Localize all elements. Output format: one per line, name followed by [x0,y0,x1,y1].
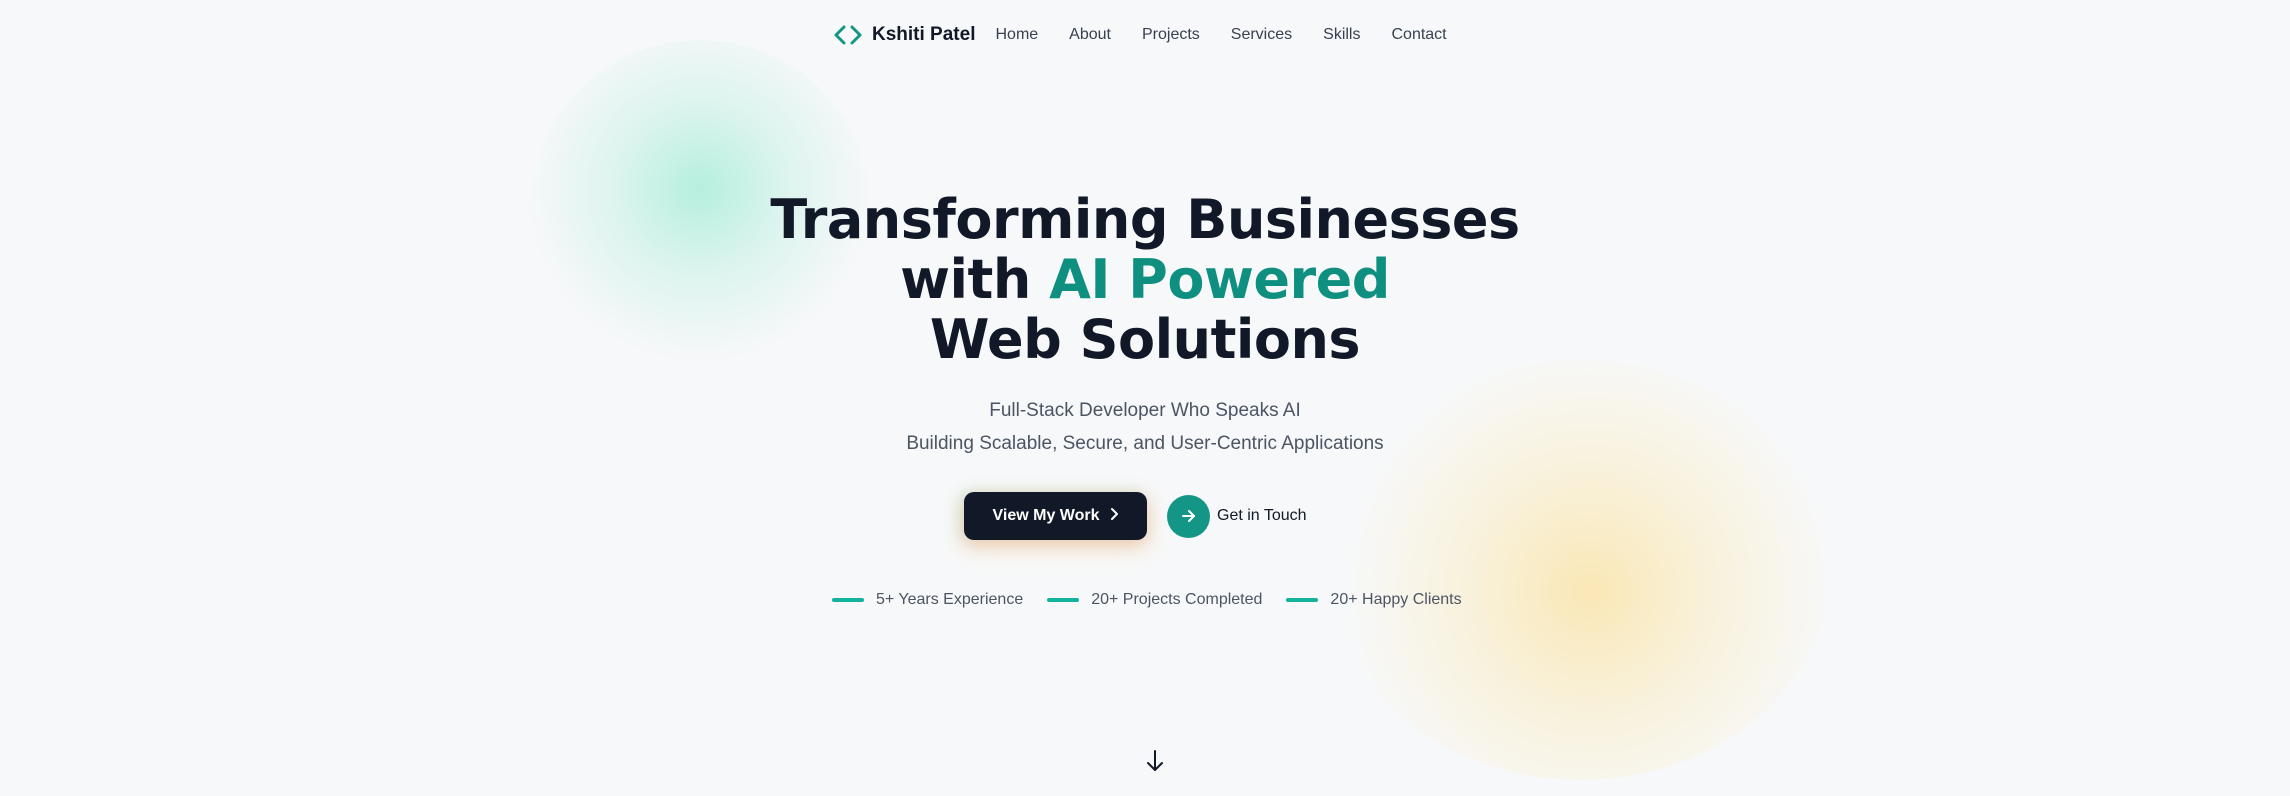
code-brackets-icon [832,24,864,46]
chevron-right-icon [1109,507,1119,526]
nav-link-home[interactable]: Home [995,26,1038,44]
brand-name: Kshiti Patel [872,24,976,45]
cta-row: View My Work Get in Touch [964,492,1307,540]
top-navigation: Kshiti Patel Home About Projects Service… [832,22,1447,48]
hero-subtitle-line1: Full-Stack Developer Who Speaks AI [989,400,1301,421]
brand-logo[interactable]: Kshiti Patel [832,24,975,46]
arrow-down-icon[interactable] [1144,748,1166,774]
hero-title-line3: Web Solutions [929,308,1361,371]
hero-title-line1: Transforming Businesses [770,188,1520,251]
stat-label-experience: 5+ Years Experience [876,591,1024,608]
view-my-work-button[interactable]: View My Work [964,492,1147,540]
nav-link-skills[interactable]: Skills [1323,26,1360,44]
get-in-touch-button[interactable]: Get in Touch [1167,494,1307,538]
stat-label-projects: 20+ Projects Completed [1091,591,1263,608]
nav-links: Home About Projects Services Skills Cont… [995,26,1446,44]
stat-bar-decoration [1286,598,1319,602]
hero-title-line2-prefix: with [900,248,1031,311]
hero-subtitle-line2: Building Scalable, Secure, and User-Cent… [906,433,1384,454]
arrow-right-icon [1167,494,1210,538]
stat-item: 5+ Years Experience [832,591,1023,609]
stat-bar-decoration [1047,598,1080,602]
view-my-work-label: View My Work [992,507,1100,524]
stat-label-clients: 20+ Happy Clients [1330,591,1462,608]
stat-item: 20+ Happy Clients [1286,591,1462,609]
nav-link-contact[interactable]: Contact [1391,26,1446,44]
decorative-yellow-blob [1330,360,1830,780]
stat-item: 20+ Projects Completed [1047,591,1262,609]
nav-link-about[interactable]: About [1069,26,1111,44]
nav-link-projects[interactable]: Projects [1142,26,1200,44]
stats-row: 5+ Years Experience 20+ Projects Complet… [832,590,1462,610]
nav-link-services[interactable]: Services [1231,26,1292,44]
get-in-touch-label: Get in Touch [1217,507,1307,524]
hero-title: Transforming Businesses with AI Powered … [0,190,2290,370]
hero-title-accent: AI Powered [1049,248,1390,311]
stat-bar-decoration [832,598,864,602]
